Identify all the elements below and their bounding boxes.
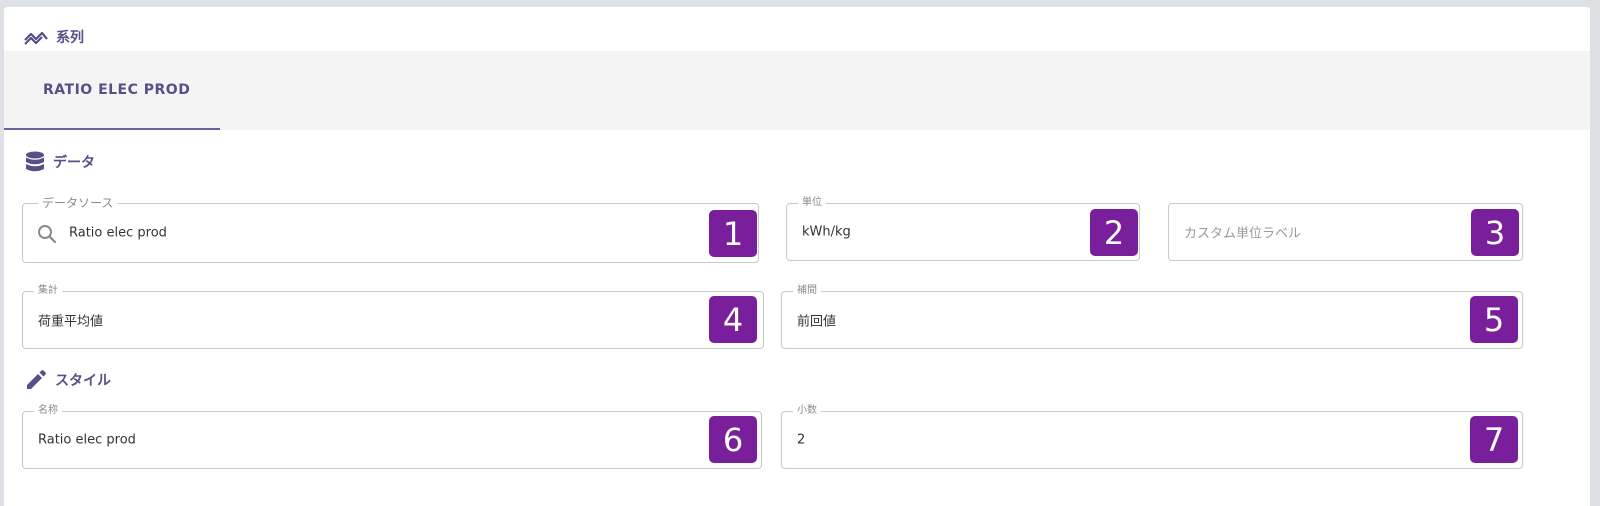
- badge-1: 1: [709, 210, 757, 257]
- database-icon: [25, 151, 45, 173]
- data-section-title: データ: [53, 155, 95, 171]
- unit-input[interactable]: kWh/kg: [802, 225, 851, 240]
- pencil-icon: [25, 369, 47, 391]
- interpolation-field[interactable]: 補間 前回値 5: [781, 285, 1523, 349]
- series-panel: 系列 RATIO ELEC PROD データ データソース Ratio elec…: [4, 7, 1590, 506]
- unit-field[interactable]: 単位 kWh/kg 2: [786, 197, 1140, 261]
- decimals-label: 小数: [793, 405, 821, 417]
- data-section-header: データ: [25, 151, 95, 173]
- badge-2: 2: [1090, 209, 1138, 256]
- badge-7: 7: [1470, 416, 1518, 463]
- style-section-header: スタイル: [25, 369, 111, 391]
- series-tab-bar: RATIO ELEC PROD: [4, 51, 1590, 130]
- data-source-input[interactable]: Ratio elec prod: [69, 226, 167, 241]
- name-label: 名称: [34, 405, 62, 417]
- aggregation-select[interactable]: 荷重平均値: [38, 311, 103, 330]
- data-source-field[interactable]: データソース Ratio elec prod 1: [22, 197, 759, 263]
- name-input[interactable]: Ratio elec prod: [38, 433, 136, 448]
- unit-label: 単位: [798, 197, 826, 209]
- series-title: 系列: [56, 30, 84, 46]
- badge-3: 3: [1471, 209, 1519, 256]
- badge-5: 5: [1470, 296, 1518, 343]
- interpolation-select[interactable]: 前回値: [797, 311, 836, 330]
- custom-unit-field[interactable]: カスタム単位ラベル 3: [1168, 203, 1523, 261]
- badge-4: 4: [709, 296, 757, 343]
- tab-ratio-elec-prod[interactable]: RATIO ELEC PROD: [4, 51, 220, 130]
- decimals-field[interactable]: 小数 2 7: [781, 405, 1523, 469]
- aggregation-label: 集計: [34, 285, 62, 297]
- data-source-label: データソース: [38, 197, 118, 209]
- aggregation-field[interactable]: 集計 荷重平均値 4: [22, 285, 764, 349]
- decimals-input[interactable]: 2: [797, 433, 805, 448]
- custom-unit-input[interactable]: カスタム単位ラベル: [1184, 223, 1301, 242]
- badge-6: 6: [709, 416, 757, 463]
- series-header: 系列: [24, 27, 84, 47]
- trend-chart-icon: [24, 29, 48, 45]
- name-field[interactable]: 名称 Ratio elec prod 6: [22, 405, 762, 469]
- interpolation-label: 補間: [793, 285, 821, 297]
- search-icon: [37, 224, 57, 244]
- style-section-title: スタイル: [55, 373, 111, 389]
